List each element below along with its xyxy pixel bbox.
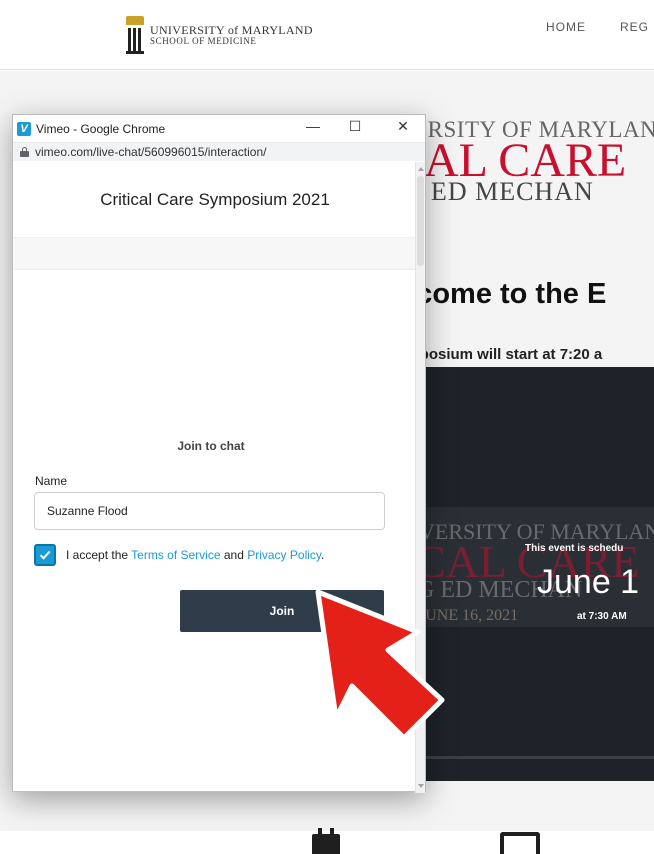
scroll-up-arrow-icon[interactable] bbox=[418, 167, 424, 171]
scroll-thumb[interactable] bbox=[417, 176, 424, 266]
devices-icon bbox=[500, 832, 540, 854]
event-title: Critical Care Symposium 2021 bbox=[13, 162, 417, 237]
header-divider bbox=[13, 237, 417, 270]
url-text[interactable]: vimeo.com/live-chat/560996015/interactio… bbox=[35, 145, 266, 159]
minimize-button[interactable]: — bbox=[303, 118, 323, 134]
terms-and: and bbox=[220, 548, 248, 562]
terms-prefix: I accept the bbox=[66, 548, 132, 562]
video-date: June 1 bbox=[537, 563, 640, 601]
video-progress-bar[interactable] bbox=[425, 756, 654, 759]
join-heading: Join to chat bbox=[177, 439, 245, 453]
terms-text: I accept the Terms of Service and Privac… bbox=[66, 548, 324, 562]
terms-of-service-link[interactable]: Terms of Service bbox=[131, 548, 220, 562]
umsom-logo-text: UNIVERSITY of MARYLAND SCHOOL OF MEDICIN… bbox=[150, 23, 313, 47]
event-banner: VERSITY OF MARYLAN CAL CARE IG ED MECHAN bbox=[420, 109, 654, 209]
video-time: at 7:30 AM bbox=[577, 611, 627, 622]
banner-line-3: IG ED MECHAN bbox=[420, 177, 594, 206]
chat-content: Critical Care Symposium 2021 Join to cha… bbox=[13, 162, 417, 793]
maximize-button[interactable]: ☐ bbox=[345, 118, 365, 135]
scroll-down-arrow-icon[interactable] bbox=[418, 784, 424, 788]
terms-row: I accept the Terms of Service and Privac… bbox=[34, 544, 414, 566]
site-nav: HOME REG bbox=[546, 20, 649, 34]
umsom-logo[interactable]: UNIVERSITY of MARYLAND SCHOOL OF MEDICIN… bbox=[126, 16, 313, 56]
vimeo-icon: V bbox=[17, 121, 31, 136]
logo-line-1: UNIVERSITY of MARYLAND bbox=[150, 23, 313, 37]
window-title: Vimeo - Google Chrome bbox=[36, 121, 166, 136]
window-titlebar[interactable]: V Vimeo - Google Chrome — ☐ ✕ bbox=[13, 115, 425, 142]
start-time-text: ymposium will start at 7:20 a bbox=[398, 346, 603, 363]
video-watermark-4: JUNE 16, 2021 bbox=[425, 607, 519, 624]
site-header: UNIVERSITY of MARYLAND SCHOOL OF MEDICIN… bbox=[0, 0, 654, 70]
name-label: Name bbox=[35, 474, 68, 488]
calendar-icon bbox=[312, 828, 340, 854]
video-schedule-text: This event is schedu bbox=[525, 543, 624, 554]
privacy-policy-link[interactable]: Privacy Policy bbox=[247, 548, 321, 562]
welcome-heading: elcome to the E bbox=[392, 278, 607, 310]
close-button[interactable]: ✕ bbox=[393, 118, 413, 135]
nav-home[interactable]: HOME bbox=[546, 20, 586, 34]
terms-suffix: . bbox=[321, 548, 325, 562]
join-button[interactable]: Join bbox=[180, 590, 384, 632]
lock-icon bbox=[20, 147, 29, 157]
terms-checkbox[interactable] bbox=[34, 544, 56, 566]
name-input[interactable] bbox=[34, 492, 385, 530]
logo-line-2: SCHOOL OF MEDICINE bbox=[150, 36, 257, 46]
video-player[interactable]: VERSITY OF MARYLAN CAL CARE G ED MECHAN … bbox=[425, 367, 654, 781]
scrollbar[interactable] bbox=[415, 162, 425, 793]
bottom-icons bbox=[0, 828, 654, 854]
address-bar[interactable]: vimeo.com/live-chat/560996015/interactio… bbox=[13, 142, 425, 161]
chrome-popup-window: V Vimeo - Google Chrome — ☐ ✕ vimeo.com/… bbox=[12, 114, 426, 793]
nav-register[interactable]: REG bbox=[620, 20, 649, 34]
check-icon bbox=[39, 550, 51, 560]
umsom-crest-icon bbox=[126, 16, 144, 56]
